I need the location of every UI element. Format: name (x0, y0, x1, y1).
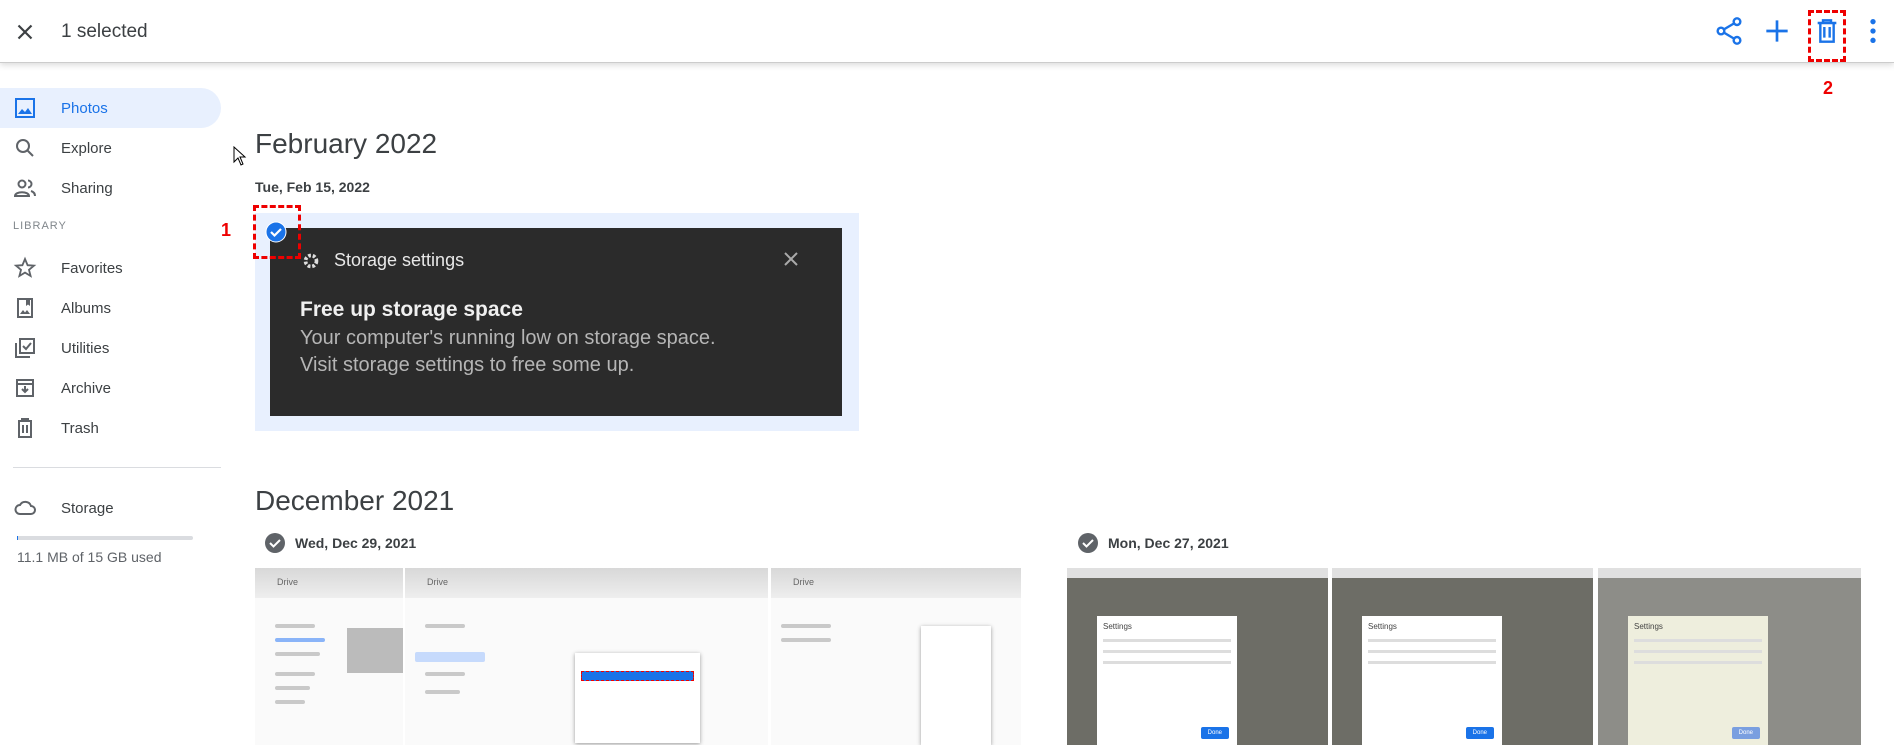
archive-icon (16, 379, 34, 397)
share-icon[interactable] (1713, 15, 1745, 47)
utilities-icon (15, 338, 35, 358)
cloud-icon (14, 500, 36, 515)
search-icon (16, 139, 34, 157)
photo-storage-settings: Storage settings Free up storage space Y… (270, 228, 842, 416)
select-day-check-icon[interactable] (265, 533, 285, 553)
trash-icon (18, 418, 32, 438)
thumb-done-button: Done (1465, 727, 1494, 739)
sidebar-item-trash[interactable]: Trash (0, 408, 221, 448)
select-day-check-icon[interactable] (1078, 533, 1098, 553)
storage-bar (17, 536, 193, 540)
sidebar-item-label: Favorites (61, 259, 123, 277)
date-heading: Mon, Dec 27, 2021 (1108, 535, 1229, 551)
storage-bar-fill (17, 536, 18, 540)
sidebar-item-label: Trash (61, 419, 99, 437)
star-icon (13, 256, 37, 278)
library-heading: LIBRARY (13, 220, 67, 232)
gear-icon (303, 253, 319, 269)
photo-thumbnail[interactable]: Drive (405, 568, 768, 745)
photo-title: Storage settings (334, 250, 465, 270)
add-icon[interactable] (1761, 15, 1793, 47)
annotation-box-delete (1808, 10, 1846, 62)
photo-line-1: Your computer's running low on storage s… (300, 327, 716, 349)
sidebar-item-label: Utilities (61, 339, 110, 357)
sidebar-item-archive[interactable]: Archive (0, 368, 221, 408)
date-heading: Tue, Feb 15, 2022 (255, 179, 370, 195)
thumb-dialog-title: Settings (1103, 622, 1132, 631)
sidebar-item-label: Explore (61, 139, 112, 157)
sidebar-item-storage[interactable]: Storage (0, 488, 221, 528)
photo-heading: Free up storage space (300, 298, 523, 321)
sidebar-item-photos[interactable]: Photos (0, 88, 221, 128)
sidebar-item-label: Sharing (61, 179, 113, 197)
close-icon (784, 252, 798, 266)
photo-thumbnail[interactable]: Settings Done (1332, 568, 1593, 745)
mouse-cursor-icon (233, 146, 247, 166)
photo-icon (15, 98, 35, 118)
sidebar-item-explore[interactable]: Explore (0, 128, 221, 168)
thumb-caption: Drive (277, 577, 299, 587)
sidebar-item-label: Albums (61, 299, 112, 317)
selected-photo[interactable]: Storage settings Free up storage space Y… (255, 213, 859, 431)
storage-usage: 11.1 MB of 15 GB used (17, 549, 162, 565)
thumb-dialog-title: Settings (1634, 622, 1663, 631)
thumb-caption: Drive (427, 577, 449, 587)
thumb-done-button: Done (1200, 727, 1229, 739)
photo-line-2: Visit storage settings to free some up. (300, 354, 635, 376)
month-heading: February 2022 (255, 128, 438, 159)
thumb-dialog-title: Settings (1368, 622, 1397, 631)
annotation-label-2: 2 (1823, 78, 1834, 98)
photo-thumbnail[interactable]: Settings Done (1067, 568, 1328, 745)
selection-count: 1 selected (61, 21, 148, 42)
sidebar-item-utilities[interactable]: Utilities (0, 328, 221, 368)
date-heading: Wed, Dec 29, 2021 (295, 535, 417, 551)
photo-thumbnail[interactable]: Drive (255, 568, 403, 745)
sidebar-item-albums[interactable]: Albums (0, 288, 221, 328)
more-vert-icon[interactable] (1857, 15, 1889, 47)
sidebar-item-sharing[interactable]: Sharing (0, 168, 221, 208)
sidebar-divider (13, 467, 221, 468)
month-heading: December 2021 (255, 485, 455, 516)
sidebar-item-label: Photos (61, 99, 108, 117)
photo-thumbnail[interactable]: Drive (771, 568, 1021, 745)
thumb-caption: Drive (793, 577, 815, 587)
thumb-done-button: Done (1731, 727, 1760, 739)
annotation-label-1: 1 (221, 220, 232, 240)
selection-toolbar: 1 selected (0, 0, 1894, 63)
album-icon (17, 298, 33, 318)
sidebar-item-label: Archive (61, 379, 112, 397)
sidebar-item-label: Storage (61, 499, 114, 517)
annotation-box-select (253, 205, 301, 259)
people-icon (13, 179, 36, 197)
close-icon[interactable] (12, 19, 38, 45)
photo-thumbnail[interactable]: Settings Done (1598, 568, 1861, 745)
sidebar-item-favorites[interactable]: Favorites (0, 248, 221, 288)
